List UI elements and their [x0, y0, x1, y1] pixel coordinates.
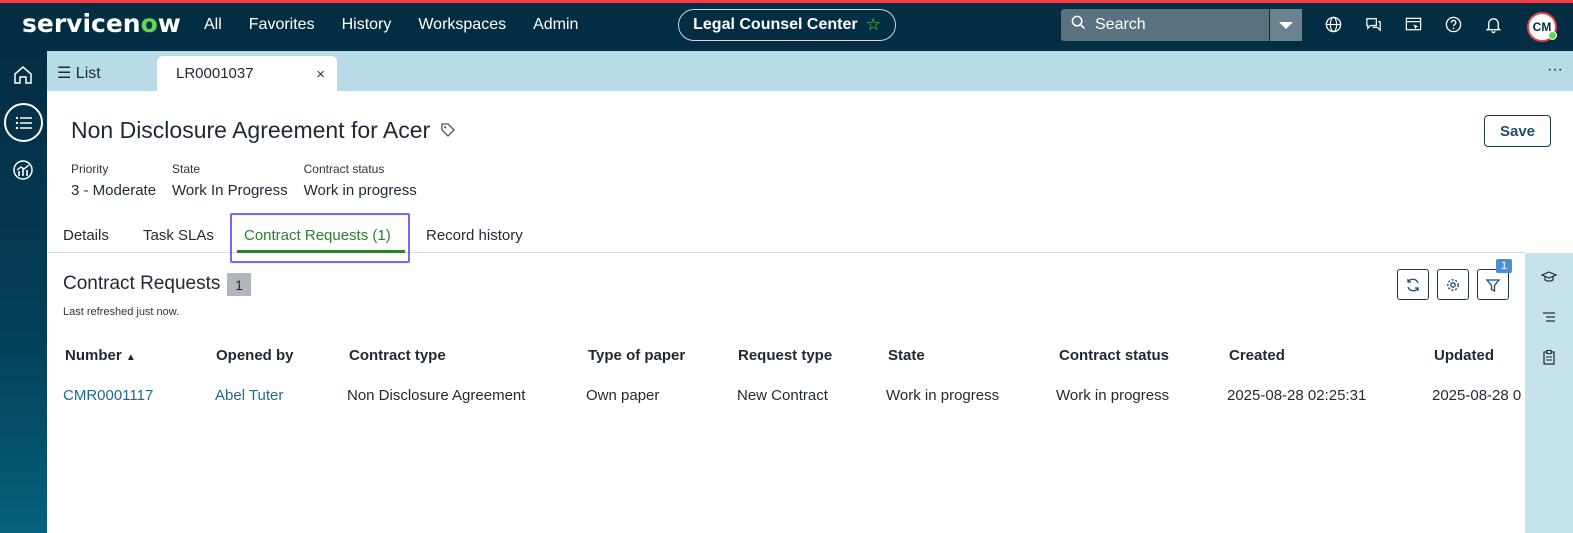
nav-history[interactable]: History — [342, 16, 392, 34]
column-header-state[interactable]: State — [888, 347, 925, 364]
record-tab-strip: ☰ List LR0001037 × ··· — [47, 51, 1573, 91]
home-icon[interactable] — [8, 60, 38, 90]
cell-opened-by-link[interactable]: Abel Tuter — [215, 387, 283, 404]
state-field: State Work In Progress — [172, 162, 288, 199]
refresh-button[interactable] — [1397, 269, 1429, 300]
record-content: Non Disclosure Agreement for Acer Priori… — [47, 91, 1573, 533]
cell-updated: 2025-08-28 0 — [1432, 387, 1522, 404]
contextual-side-panel — [1525, 253, 1573, 533]
nav-admin[interactable]: Admin — [533, 16, 578, 34]
cell-contract-type: Non Disclosure Agreement — [347, 387, 526, 404]
column-header-opened-by[interactable]: Opened by — [216, 347, 294, 364]
tab-highlight-box — [230, 213, 410, 263]
column-header-type-of-paper[interactable]: Type of paper — [588, 347, 685, 364]
chevron-down-icon — [1279, 21, 1293, 29]
tab-task-slas[interactable]: Task SLAs — [143, 227, 214, 244]
nav-all[interactable]: All — [204, 16, 222, 34]
tag-icon[interactable] — [440, 122, 456, 143]
globe-icon[interactable] — [1324, 15, 1343, 34]
gear-icon — [1447, 278, 1459, 291]
analytics-icon[interactable] — [8, 155, 38, 185]
bell-icon[interactable] — [1484, 15, 1503, 34]
cell-request-type: New Contract — [737, 387, 828, 404]
servicenow-logo[interactable]: servicenow — [22, 9, 181, 38]
list-tab[interactable]: ☰ List — [57, 63, 101, 83]
filter-button[interactable] — [1477, 269, 1509, 300]
column-header-number[interactable]: Number ▲ — [65, 347, 136, 364]
top-navigation-bar: servicenow All Favorites History Workspa… — [0, 0, 1573, 51]
online-status-dot — [1548, 31, 1557, 40]
help-icon[interactable] — [1444, 15, 1463, 34]
workspace-pill[interactable]: Legal Counsel Center ☆ — [678, 9, 896, 41]
tab-details[interactable]: Details — [63, 227, 109, 244]
nav-favorites[interactable]: Favorites — [249, 16, 315, 34]
record-title: Non Disclosure Agreement for Acer — [71, 117, 431, 143]
main-nav: All Favorites History Workspaces Admin — [204, 16, 605, 34]
list-icon[interactable] — [4, 103, 43, 142]
graduation-cap-icon[interactable] — [1540, 269, 1558, 290]
workspace-title: Legal Counsel Center — [693, 16, 858, 33]
column-header-request-type[interactable]: Request type — [738, 347, 832, 364]
global-search[interactable]: Search — [1061, 9, 1302, 41]
header-icons — [1324, 15, 1503, 34]
header-fields: Priority 3 - Moderate State Work In Prog… — [71, 162, 433, 199]
related-list-title: Contract Requests — [63, 273, 221, 294]
more-options-icon[interactable]: ··· — [1547, 61, 1563, 79]
cell-number-link[interactable]: CMR0001117 — [63, 387, 153, 404]
contract-status-field: Contract status Work in progress — [303, 162, 417, 199]
refresh-icon — [1407, 278, 1419, 291]
left-rail — [0, 51, 47, 533]
user-avatar[interactable]: CM — [1527, 12, 1557, 42]
last-refreshed-text: Last refreshed just now. — [63, 306, 180, 318]
record-tab-label: LR0001037 — [176, 65, 254, 82]
settings-button[interactable] — [1437, 269, 1469, 300]
cell-created: 2025-08-28 02:25:31 — [1227, 387, 1367, 404]
search-icon — [1061, 15, 1095, 35]
cell-state: Work in progress — [886, 387, 1000, 404]
hamburger-icon: ☰ — [57, 65, 76, 82]
search-scope-dropdown[interactable] — [1269, 9, 1302, 41]
star-icon[interactable]: ☆ — [866, 15, 881, 35]
column-header-contract-type[interactable]: Contract type — [349, 347, 446, 364]
list-details-icon[interactable] — [1541, 309, 1557, 330]
related-list-count-badge: 1 — [227, 273, 251, 296]
sort-ascending-icon: ▲ — [125, 352, 136, 363]
cell-contract-status: Work in progress — [1056, 387, 1170, 404]
chat-icon[interactable] — [1364, 15, 1383, 34]
column-header-contract-status[interactable]: Contract status — [1059, 347, 1169, 364]
cell-type-of-paper: Own paper — [586, 387, 660, 404]
clipboard-icon[interactable] — [1541, 349, 1557, 370]
nav-workspaces[interactable]: Workspaces — [418, 16, 506, 34]
close-icon[interactable]: × — [316, 66, 325, 83]
search-input[interactable]: Search — [1095, 16, 1269, 34]
filter-icon — [1485, 278, 1501, 292]
screen-icon[interactable] — [1404, 15, 1423, 34]
record-tab[interactable]: LR0001037 × — [157, 56, 337, 91]
tab-record-history[interactable]: Record history — [426, 227, 523, 244]
save-button[interactable]: Save — [1484, 115, 1551, 147]
filter-count-badge: 1 — [1496, 259, 1512, 273]
column-header-created[interactable]: Created — [1229, 347, 1285, 364]
column-header-updated[interactable]: Updated — [1434, 347, 1494, 364]
priority-field: Priority 3 - Moderate — [71, 162, 157, 199]
